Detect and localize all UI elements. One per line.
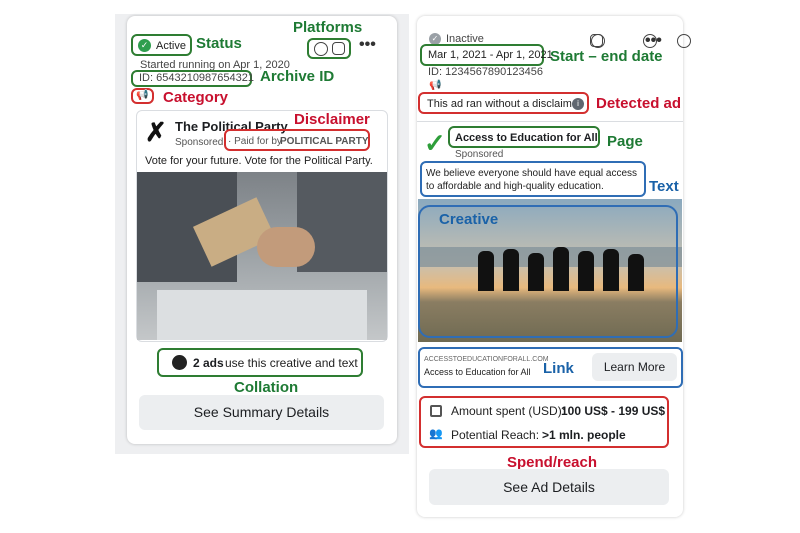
potential-reach-label: Potential Reach: xyxy=(451,428,540,442)
archive-id: ID: 6543210987654321 xyxy=(139,72,254,84)
annotation-platforms: Platforms xyxy=(293,19,363,36)
divider xyxy=(417,121,683,122)
status-label: Active xyxy=(156,40,186,52)
amount-spent-label: Amount spent (USD): xyxy=(451,404,566,418)
annotation-archive-id: Archive ID xyxy=(260,68,335,85)
ad-id: ID: 1234567890123456 xyxy=(428,66,543,78)
megaphone-icon: 📢 xyxy=(429,80,442,91)
sponsored-label: Sponsored xyxy=(455,149,504,160)
paid-for-prefix: · Paid for by xyxy=(228,136,282,147)
ballot-photo xyxy=(137,172,387,340)
page-name[interactable]: Access to Education for All xyxy=(455,132,598,144)
messenger-icon xyxy=(677,34,692,48)
potential-reach-value: >1 mln. people xyxy=(542,428,626,442)
megaphone-icon: 📢 xyxy=(136,90,149,101)
link-title[interactable]: Access to Education for All xyxy=(424,367,531,377)
see-ad-details-button[interactable]: See Ad Details xyxy=(429,469,669,505)
annotation-page: Page xyxy=(607,133,643,150)
paid-for-name: POLITICAL PARTY xyxy=(280,136,369,147)
info-icon[interactable]: i xyxy=(572,98,584,110)
disclaimer-notice: This ad ran without a disclaimer. xyxy=(427,98,585,110)
link-url[interactable]: ACCESSTOEDUCATIONFORALL.COM xyxy=(424,356,549,363)
collation-suffix: use this creative and text xyxy=(225,356,358,370)
check-icon: ✓ xyxy=(138,39,151,52)
annotation-status: Status xyxy=(196,35,242,52)
instagram-icon xyxy=(332,42,345,55)
layers-icon xyxy=(172,355,187,370)
see-summary-details-button[interactable]: See Summary Details xyxy=(139,395,384,430)
people-icon: 👥 xyxy=(429,428,443,440)
page-check-icon: ✓ xyxy=(424,128,446,158)
ad-text: We believe everyone should have equal ac… xyxy=(426,168,638,192)
date-range: Mar 1, 2021 - Apr 1, 2021 xyxy=(428,49,553,61)
annotation-creative: Creative xyxy=(439,211,499,228)
facebook-icon xyxy=(314,42,328,56)
annotation-collation: Collation xyxy=(234,379,299,396)
spend-icon xyxy=(430,405,442,417)
more-options-icon[interactable]: ••• xyxy=(359,36,376,54)
annotation-text: Text xyxy=(649,178,679,195)
annotation-detected-ad: Detected ad xyxy=(596,95,682,112)
sponsored-label: Sponsored xyxy=(175,137,224,148)
collation-count: 2 ads xyxy=(193,356,224,370)
amount-spent-value: 100 US$ - 199 US$ xyxy=(561,404,666,418)
annotation-link: Link xyxy=(543,360,574,377)
ad-text: Vote for your future. Vote for the Polit… xyxy=(145,155,373,167)
learn-more-button[interactable]: Learn More xyxy=(592,353,677,381)
annotation-start-end-date: Start – end date xyxy=(550,48,663,65)
instagram-icon xyxy=(590,34,603,47)
annotation-category: Category xyxy=(163,89,229,106)
party-logo-icon: ✗ xyxy=(145,117,167,147)
